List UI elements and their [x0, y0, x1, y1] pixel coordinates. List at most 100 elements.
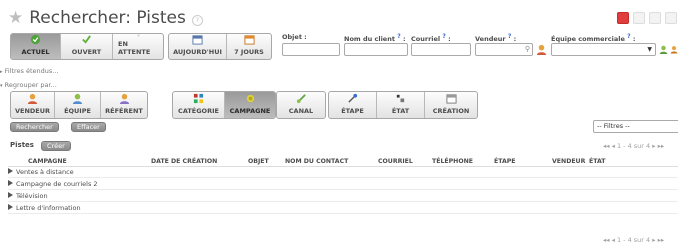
filter-en-attente-button[interactable]: EN ATTENTE [113, 34, 163, 59]
group-categorie-button[interactable]: CATÉGORIE [173, 92, 225, 118]
group-row[interactable]: Campagne de courriels 2 [8, 180, 678, 190]
group-row-label: Campagne de courriels 2 [16, 180, 98, 188]
last-page-icon[interactable]: ▸▸ [658, 236, 665, 244]
expand-icon [8, 204, 13, 210]
date-filter-group: AUJOURD'HUI 7 JOURS [168, 33, 272, 60]
col-etat[interactable]: ÉTAT [589, 158, 606, 165]
first-page-icon[interactable]: ◂◂ [603, 142, 610, 150]
col-objet[interactable]: OBJET [248, 158, 269, 165]
graph-view-icon[interactable] [649, 12, 661, 24]
equipe-text: Équipe commerciale [551, 35, 625, 44]
group-referent-label: RÉFÉRENT [105, 107, 143, 115]
extended-filters-label: Filtres étendus... [4, 67, 59, 75]
vendeur-input[interactable]: ⚲ [475, 43, 533, 56]
group-row-label: Ventes à distance [16, 168, 74, 176]
equipe-colon: : [632, 35, 636, 44]
col-nom-contact[interactable]: NOM DU CONTACT [285, 158, 348, 165]
user-filter-icon[interactable] [536, 44, 547, 55]
group-row[interactable]: Ventes à distance [8, 168, 678, 178]
team-filter-icon-2[interactable] [670, 44, 678, 55]
nom-client-help[interactable]: ? [397, 33, 400, 40]
filter-7days-label: 7 JOURS [234, 48, 264, 56]
help-icon[interactable]: ? [191, 14, 203, 26]
search-icon[interactable]: ⚲ [525, 45, 530, 53]
group-vendeur-button[interactable]: VENDEUR [11, 92, 55, 118]
check-icon [82, 35, 91, 44]
courriel-text: Courriel [411, 35, 441, 44]
next-page-icon[interactable]: ▸ [652, 236, 655, 244]
filter-today-label: AUJOURD'HUI [173, 48, 222, 56]
filter-actuel-button[interactable]: ACTUEL [11, 34, 61, 59]
pager-bottom: ◂◂ ◂ 1 - 4 sur 4 ▸ ▸▸ [603, 236, 664, 244]
group-campagne-button[interactable]: CAMPAGNE [225, 92, 275, 118]
group-by-toggle[interactable]: ▾ Regrouper par... [0, 81, 57, 89]
group-by-attributes: CATÉGORIE CAMPAGNE [172, 91, 276, 119]
create-button[interactable]: Créer [41, 141, 71, 151]
column-headers: CAMPAGNE DATE DE CRÉATION OBJET NOM DU C… [8, 158, 678, 167]
group-equipe-button[interactable]: ÉQUIPE [55, 92, 101, 118]
group-canal-button[interactable]: CANAL [277, 92, 325, 118]
group-row-label: Lettre d'information [16, 204, 81, 212]
calendar-view-icon[interactable] [665, 12, 677, 24]
expand-icon [8, 192, 13, 198]
list-view-icon[interactable] [617, 12, 629, 24]
nom-client-input[interactable] [344, 43, 408, 56]
filter-today-button[interactable]: AUJOURD'HUI [169, 34, 227, 59]
group-campagne-label: CAMPAGNE [229, 107, 271, 115]
group-by-people: VENDEUR ÉQUIPE RÉFÉRENT [10, 91, 148, 119]
prev-page-icon[interactable]: ◂ [612, 142, 615, 150]
filter-ouvert-button[interactable]: OUVERT [61, 34, 113, 59]
equipe-help[interactable]: ? [627, 33, 630, 40]
group-referent-button[interactable]: RÉFÉRENT [101, 92, 147, 118]
group-categorie-label: CATÉGORIE [178, 107, 219, 115]
page-title: Rechercher: Pistes [29, 8, 186, 28]
vendeur-label: Vendeur ? : [475, 33, 516, 43]
group-row[interactable]: Télévision [8, 192, 678, 202]
campaign-icon [246, 94, 254, 103]
prev-page-icon[interactable]: ◂ [612, 236, 615, 244]
calendar-week-icon [243, 35, 255, 45]
group-creation-button[interactable]: CRÉATION [425, 92, 477, 118]
nom-client-text: Nom du client [344, 35, 395, 44]
status-filter-group: ACTUEL OUVERT EN ATTENTE [10, 33, 164, 60]
clear-button[interactable]: Effacer [71, 122, 106, 132]
group-by-attributes-2: CANAL [276, 91, 326, 119]
group-row-label: Télévision [16, 192, 48, 200]
state-icon [396, 94, 405, 103]
extended-filters-toggle[interactable]: ▸ Filtres étendus... [0, 67, 59, 75]
filter-7days-button[interactable]: 7 JOURS [227, 34, 271, 59]
group-etape-label: ÉTAPE [341, 107, 364, 115]
group-row[interactable]: Lettre d'information [8, 204, 678, 214]
col-telephone[interactable]: TÉLÉPHONE [432, 158, 473, 165]
group-etape-button[interactable]: ÉTAPE [329, 92, 377, 118]
next-page-icon[interactable]: ▸ [652, 142, 655, 150]
group-vendeur-label: VENDEUR [14, 107, 51, 115]
category-icon [193, 93, 204, 104]
courriel-colon: : [448, 35, 451, 44]
vendeur-help[interactable]: ? [508, 33, 511, 40]
courriel-label: Courriel ? : [411, 33, 451, 43]
pause-icon [137, 34, 139, 37]
user-icon [27, 93, 38, 104]
col-date-creation[interactable]: DATE DE CRÉATION [151, 158, 217, 165]
col-vendeur[interactable]: VENDEUR [552, 158, 585, 165]
courriel-input[interactable] [411, 43, 471, 56]
group-etat-button[interactable]: ÉTAT [377, 92, 425, 118]
last-page-icon[interactable]: ▸▸ [658, 142, 665, 150]
col-campagne[interactable]: CAMPAGNE [28, 158, 67, 165]
first-page-icon[interactable]: ◂◂ [603, 236, 610, 244]
col-courriel[interactable]: COURRIEL [378, 158, 413, 165]
search-button[interactable]: Rechercher [10, 122, 59, 132]
group-creation-label: CRÉATION [432, 107, 470, 115]
courriel-help[interactable]: ? [442, 33, 445, 40]
filters-select[interactable]: -- Filtres -- [593, 120, 678, 133]
objet-label: Objet : [282, 33, 307, 41]
expand-icon [8, 168, 13, 174]
equipe-select[interactable]: ▼ [551, 43, 656, 56]
col-etape[interactable]: ÉTAPE [494, 158, 516, 165]
group-equipe-label: ÉQUIPE [64, 107, 91, 115]
objet-input[interactable] [282, 43, 340, 56]
favorite-star-icon[interactable]: ★ [8, 8, 23, 28]
form-view-icon[interactable] [633, 12, 645, 24]
team-filter-icon[interactable] [659, 44, 668, 55]
